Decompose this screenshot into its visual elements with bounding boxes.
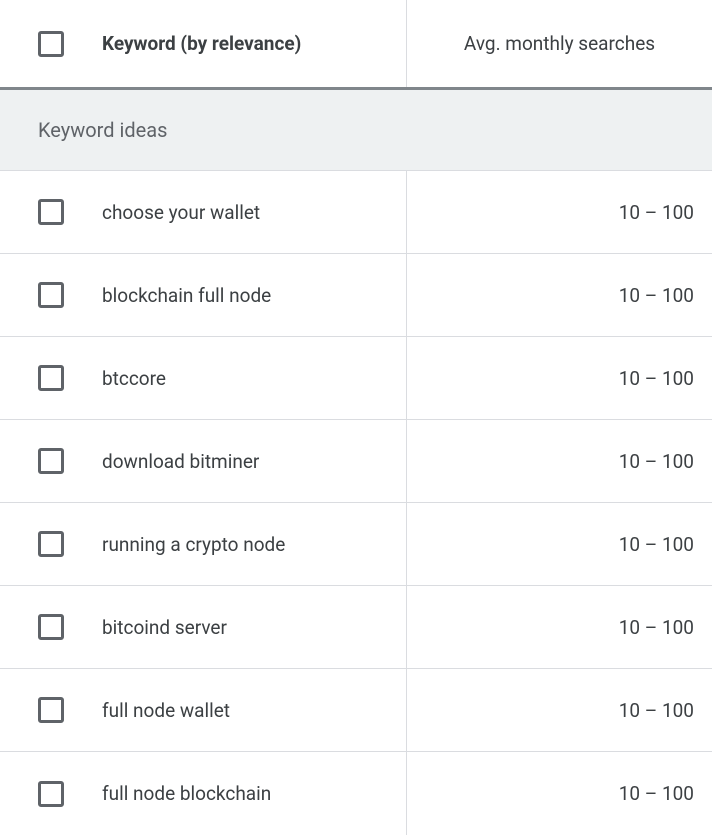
searches-value: 10 – 100 bbox=[619, 450, 694, 473]
keyword-cell: blockchain full node bbox=[0, 254, 407, 336]
table-row: running a crypto node 10 – 100 bbox=[0, 503, 712, 586]
keyword-text[interactable]: blockchain full node bbox=[102, 284, 271, 307]
table-row: full node blockchain 10 – 100 bbox=[0, 752, 712, 835]
row-checkbox[interactable] bbox=[38, 199, 64, 225]
searches-value: 10 – 100 bbox=[619, 616, 694, 639]
keyword-text[interactable]: download bitminer bbox=[102, 450, 259, 473]
searches-value: 10 – 100 bbox=[619, 782, 694, 805]
searches-cell: 10 – 100 bbox=[407, 586, 712, 668]
keyword-cell: choose your wallet bbox=[0, 171, 407, 253]
keyword-text[interactable]: full node blockchain bbox=[102, 782, 271, 805]
table-row: blockchain full node 10 – 100 bbox=[0, 254, 712, 337]
header-searches-label: Avg. monthly searches bbox=[464, 32, 655, 55]
keyword-text[interactable]: running a crypto node bbox=[102, 533, 285, 556]
keyword-text[interactable]: bitcoind server bbox=[102, 616, 227, 639]
searches-cell: 10 – 100 bbox=[407, 171, 712, 253]
searches-cell: 10 – 100 bbox=[407, 752, 712, 835]
table-row: choose your wallet 10 – 100 bbox=[0, 171, 712, 254]
table-row: download bitminer 10 – 100 bbox=[0, 420, 712, 503]
row-checkbox[interactable] bbox=[38, 614, 64, 640]
header-keyword-column[interactable]: Keyword (by relevance) bbox=[0, 0, 407, 87]
searches-cell: 10 – 100 bbox=[407, 669, 712, 751]
keyword-text[interactable]: choose your wallet bbox=[102, 201, 260, 224]
searches-value: 10 – 100 bbox=[619, 367, 694, 390]
keyword-text[interactable]: full node wallet bbox=[102, 699, 230, 722]
keyword-text[interactable]: btccore bbox=[102, 367, 166, 390]
searches-value: 10 – 100 bbox=[619, 699, 694, 722]
keyword-table: Keyword (by relevance) Avg. monthly sear… bbox=[0, 0, 712, 835]
keyword-cell: running a crypto node bbox=[0, 503, 407, 585]
keyword-cell: btccore bbox=[0, 337, 407, 419]
row-checkbox[interactable] bbox=[38, 448, 64, 474]
searches-value: 10 – 100 bbox=[619, 284, 694, 307]
header-searches-column[interactable]: Avg. monthly searches bbox=[407, 0, 712, 87]
row-checkbox[interactable] bbox=[38, 282, 64, 308]
keyword-cell: bitcoind server bbox=[0, 586, 407, 668]
section-title: Keyword ideas bbox=[38, 118, 167, 142]
select-all-checkbox[interactable] bbox=[38, 31, 64, 57]
keyword-cell: download bitminer bbox=[0, 420, 407, 502]
table-header-row: Keyword (by relevance) Avg. monthly sear… bbox=[0, 0, 712, 90]
keyword-cell: full node blockchain bbox=[0, 752, 407, 835]
searches-cell: 10 – 100 bbox=[407, 337, 712, 419]
row-checkbox[interactable] bbox=[38, 781, 64, 807]
searches-cell: 10 – 100 bbox=[407, 503, 712, 585]
table-row: full node wallet 10 – 100 bbox=[0, 669, 712, 752]
searches-value: 10 – 100 bbox=[619, 201, 694, 224]
keyword-cell: full node wallet bbox=[0, 669, 407, 751]
searches-value: 10 – 100 bbox=[619, 533, 694, 556]
section-header: Keyword ideas bbox=[0, 90, 712, 171]
searches-cell: 10 – 100 bbox=[407, 254, 712, 336]
table-row: btccore 10 – 100 bbox=[0, 337, 712, 420]
table-row: bitcoind server 10 – 100 bbox=[0, 586, 712, 669]
row-checkbox[interactable] bbox=[38, 531, 64, 557]
row-checkbox[interactable] bbox=[38, 365, 64, 391]
row-checkbox[interactable] bbox=[38, 697, 64, 723]
header-keyword-label: Keyword (by relevance) bbox=[102, 32, 301, 55]
searches-cell: 10 – 100 bbox=[407, 420, 712, 502]
